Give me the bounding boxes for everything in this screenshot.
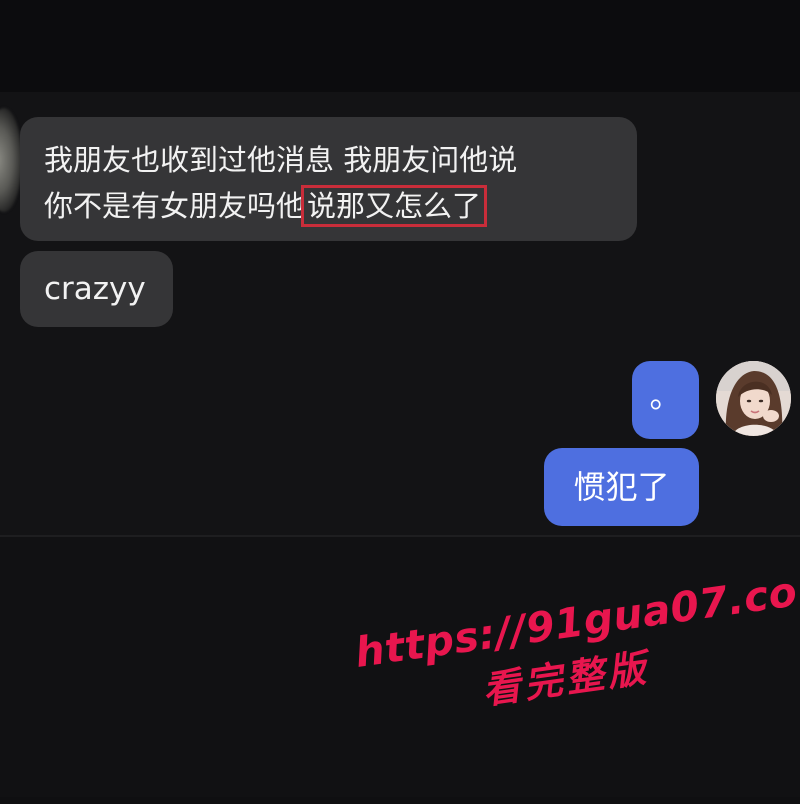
- message-text: crazyy: [44, 271, 146, 307]
- message-text: 你不是有女朋友吗他: [44, 189, 306, 223]
- outgoing-message-bubble[interactable]: 。: [632, 361, 699, 439]
- highlighted-text: 说那又怎么了: [301, 185, 488, 227]
- message-text: 。: [649, 377, 682, 415]
- message-text: 惯犯了: [573, 468, 670, 506]
- top-band: [0, 0, 800, 92]
- user-avatar[interactable]: [716, 361, 791, 436]
- message-text-line: 我朋友也收到过他消息 我朋友问他说: [44, 143, 518, 177]
- incoming-message-bubble[interactable]: crazyy: [20, 251, 173, 327]
- outgoing-message-bubble[interactable]: 惯犯了: [544, 448, 699, 526]
- incoming-message-bubble[interactable]: 我朋友也收到过他消息 我朋友问他说 你不是有女朋友吗他说那又怎么了: [20, 117, 637, 241]
- avatar-portrait-icon: [716, 361, 791, 436]
- message-text-line: 你不是有女朋友吗他说那又怎么了: [44, 183, 613, 229]
